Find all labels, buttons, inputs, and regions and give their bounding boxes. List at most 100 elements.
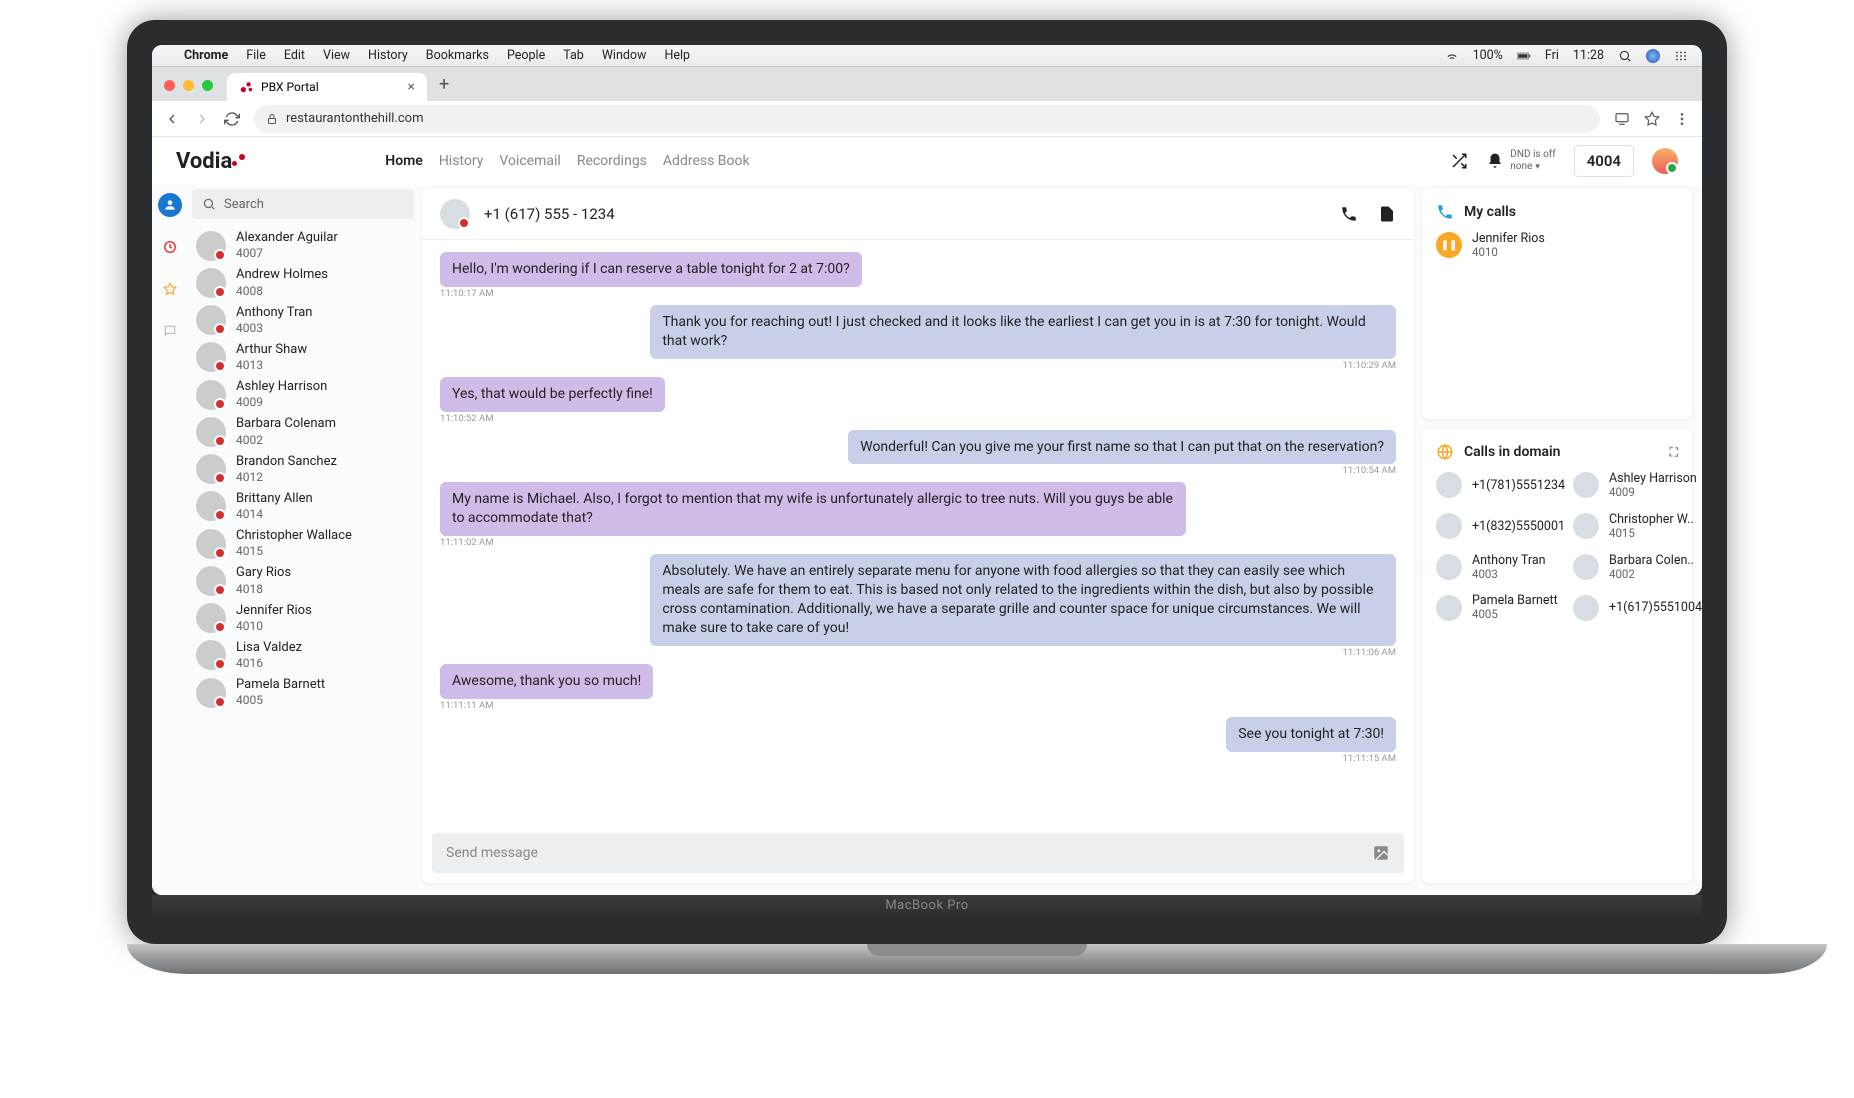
siri-icon[interactable] [1646, 49, 1660, 63]
browser-tab-strip: PBX Portal × + [152, 67, 1702, 101]
call-ext: 4003 [1472, 568, 1546, 582]
add-contact-icon[interactable] [1378, 205, 1396, 223]
contact-name: Ashley Harrison [236, 379, 327, 395]
message-row-in: Hello, I'm wondering if I can reserve a … [440, 252, 1396, 299]
wifi-icon[interactable] [1445, 49, 1459, 63]
attach-image-icon[interactable] [1372, 844, 1390, 862]
message-row-in: My name is Michael. Also, I forgot to me… [440, 482, 1396, 548]
menu-bookmarks[interactable]: Bookmarks [426, 48, 489, 63]
contact-row[interactable]: Brandon Sanchez4012 [188, 451, 418, 488]
menu-help[interactable]: Help [664, 48, 690, 63]
chevron-down-icon[interactable]: ▾ [1535, 162, 1540, 173]
nav-history[interactable]: History [439, 153, 484, 169]
contact-name: Lisa Valdez [236, 640, 302, 656]
browser-tab[interactable]: PBX Portal × [227, 73, 427, 101]
nav-address-book[interactable]: Address Book [663, 153, 750, 169]
contact-row[interactable]: Anthony Tran4003 [188, 302, 418, 339]
contact-row[interactable]: Alexander Aguilar4007 [188, 227, 418, 264]
contact-ext: 4007 [236, 246, 338, 261]
cast-icon[interactable] [1614, 111, 1630, 127]
laptop-label: MacBook Pro [152, 895, 1702, 919]
rail-messages-icon[interactable] [158, 319, 182, 343]
domain-call-row[interactable]: +1(617)5551004 [1573, 593, 1702, 622]
contact-row[interactable]: Pamela Barnett4005 [188, 674, 418, 711]
contact-name: Brandon Sanchez [236, 454, 337, 470]
call-icon[interactable] [1340, 205, 1358, 223]
search-input[interactable]: Search [192, 189, 414, 219]
menubar-app[interactable]: Chrome [184, 48, 228, 63]
spotlight-icon[interactable] [1618, 49, 1632, 63]
contact-ext: 4012 [236, 470, 337, 485]
menu-window[interactable]: Window [602, 48, 647, 63]
call-ext: 4005 [1472, 608, 1558, 622]
compose-input[interactable]: Send message [432, 833, 1404, 873]
call-avatar [1573, 595, 1599, 621]
contact-ext: 4015 [236, 544, 352, 559]
nav-voicemail[interactable]: Voicemail [499, 153, 560, 169]
menu-edit[interactable]: Edit [284, 48, 305, 63]
domain-call-row[interactable]: Christopher W..4015 [1573, 512, 1702, 541]
call-name: +1(832)5550001 [1472, 519, 1565, 534]
message-bubble: My name is Michael. Also, I forgot to me… [440, 482, 1186, 536]
menu-history[interactable]: History [368, 48, 408, 63]
rail-contacts-icon[interactable] [158, 193, 182, 217]
domain-call-row[interactable]: Ashley Harrison4009 [1573, 471, 1702, 500]
rail-recent-icon[interactable] [158, 235, 182, 259]
contact-row[interactable]: Ashley Harrison4009 [188, 376, 418, 413]
compose-placeholder: Send message [446, 845, 538, 861]
app-header: Vodia Home History Voicemail Recordings … [152, 137, 1702, 185]
nav-forward-icon[interactable] [194, 111, 210, 127]
message-row-out: See you tonight at 7:30!11:11:15 AM [440, 717, 1396, 764]
nav-back-icon[interactable] [164, 111, 180, 127]
bell-icon[interactable] [1486, 152, 1504, 170]
contact-ext: 4013 [236, 358, 307, 373]
contact-row[interactable]: Jennifer Rios4010 [188, 600, 418, 637]
menu-tab[interactable]: Tab [563, 48, 584, 63]
contact-avatar [196, 305, 226, 335]
nav-home[interactable]: Home [385, 153, 423, 169]
bookmark-star-icon[interactable] [1644, 111, 1660, 127]
avatar[interactable] [1652, 148, 1678, 174]
window-close[interactable] [164, 80, 175, 91]
tab-close-icon[interactable]: × [408, 79, 415, 95]
url-text: restaurantonthehill.com [286, 111, 424, 126]
domain-call-row[interactable]: Barbara Colen..4002 [1573, 553, 1702, 582]
window-minimize[interactable] [183, 80, 194, 91]
call-active-icon [1436, 203, 1454, 221]
contact-row[interactable]: Andrew Holmes4008 [188, 264, 418, 301]
contact-row[interactable]: Barbara Colenam4002 [188, 413, 418, 450]
contact-name: Barbara Colenam [236, 416, 336, 432]
browser-menu-icon[interactable] [1674, 111, 1690, 127]
shuffle-icon[interactable] [1450, 152, 1468, 170]
contact-name: Andrew Holmes [236, 267, 328, 283]
expand-icon[interactable]: ⛶ [1670, 445, 1678, 460]
my-call-row[interactable]: ❚❚ Jennifer Rios 4010 [1436, 231, 1678, 260]
my-extension[interactable]: 4004 [1574, 145, 1634, 177]
menu-view[interactable]: View [323, 48, 350, 63]
domain-call-row[interactable]: +1(832)5550001 [1436, 512, 1565, 541]
window-maximize[interactable] [202, 80, 213, 91]
contact-row[interactable]: Arthur Shaw4013 [188, 339, 418, 376]
call-ext: 4015 [1609, 527, 1694, 541]
nav-recordings[interactable]: Recordings [577, 153, 647, 169]
contact-row[interactable]: Brittany Allen4014 [188, 488, 418, 525]
domain-call-row[interactable]: Anthony Tran4003 [1436, 553, 1565, 582]
menu-people[interactable]: People [507, 48, 545, 63]
control-center-icon[interactable] [1674, 49, 1688, 63]
address-bar[interactable]: restaurantonthehill.com [254, 105, 1600, 133]
contact-row[interactable]: Gary Rios4018 [188, 562, 418, 599]
menu-file[interactable]: File [246, 48, 266, 63]
battery-icon [1517, 49, 1531, 63]
call-ext: 4010 [1472, 246, 1545, 260]
call-name: +1(617)5551004 [1609, 600, 1702, 615]
contact-row[interactable]: Lisa Valdez4016 [188, 637, 418, 674]
rail-favorites-icon[interactable] [158, 277, 182, 301]
nav-reload-icon[interactable] [224, 111, 240, 127]
contact-ext: 4008 [236, 284, 328, 299]
domain-call-row[interactable]: +1(781)5551234 [1436, 471, 1565, 500]
tab-favicon [239, 80, 253, 94]
new-tab-button[interactable]: + [427, 74, 461, 101]
domain-call-row[interactable]: Pamela Barnett4005 [1436, 593, 1565, 622]
contact-avatar [196, 231, 226, 261]
contact-row[interactable]: Christopher Wallace4015 [188, 525, 418, 562]
